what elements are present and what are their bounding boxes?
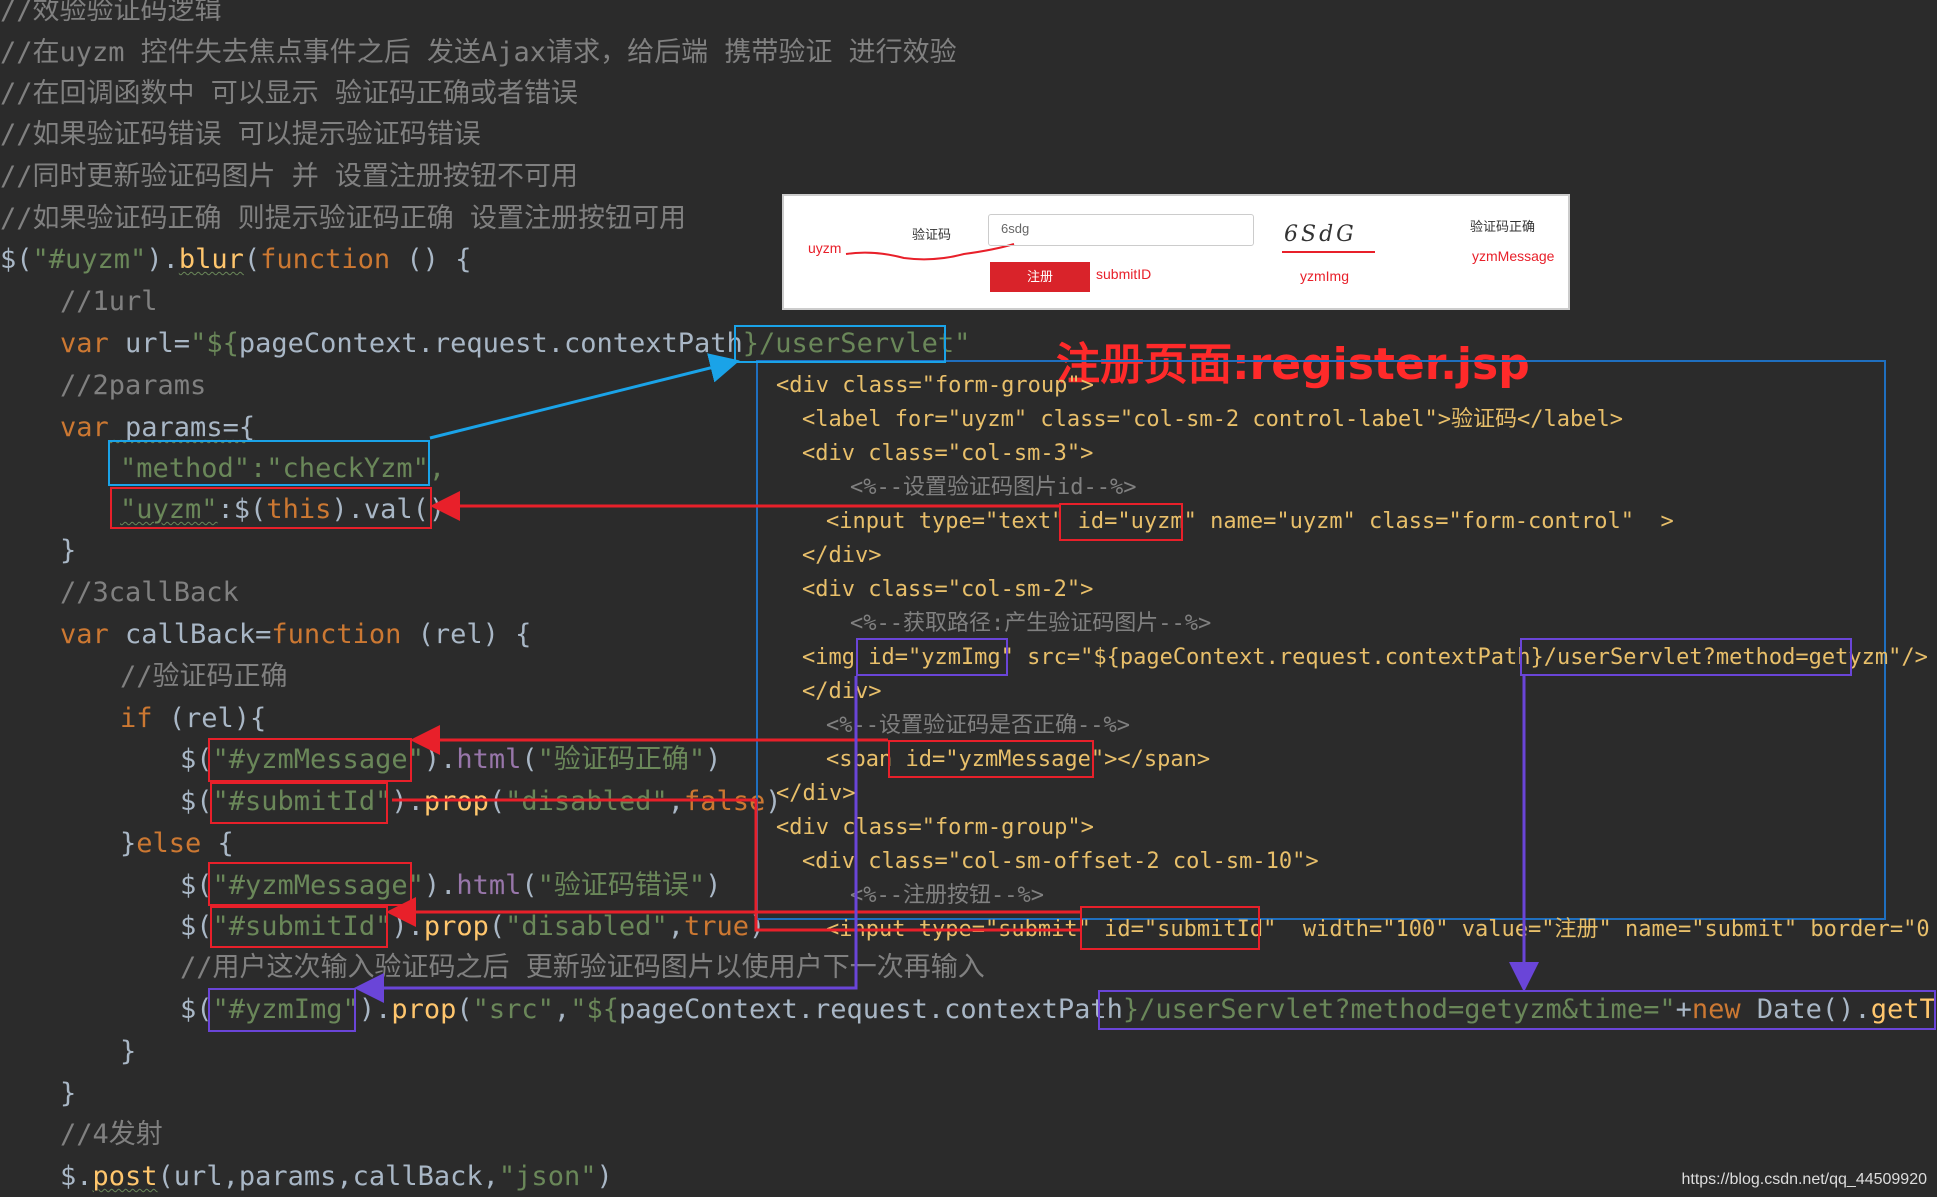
annotation-arrows bbox=[354, 353, 1539, 1003]
watermark: https://blog.csdn.net/qq_44509920 bbox=[1681, 1171, 1927, 1188]
